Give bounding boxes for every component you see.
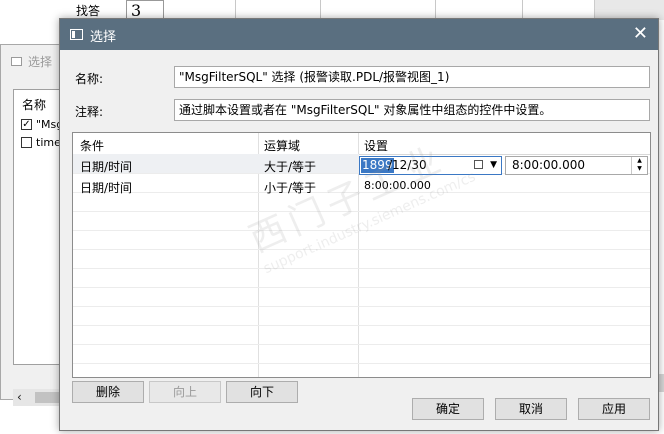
- move-down-button[interactable]: 向下: [226, 381, 298, 403]
- background-toolbar-strip: [594, 0, 664, 20]
- condition-grid[interactable]: 条件 运算域 设置 日期/时间 大于/等于 1899 /12/30 ▼ 8:00…: [72, 132, 651, 378]
- grid-row-line: [73, 211, 650, 212]
- grid-row-line: [73, 344, 650, 345]
- window-icon: [11, 57, 22, 66]
- close-icon[interactable]: ✕: [633, 23, 648, 44]
- scroll-left-icon[interactable]: ‹: [17, 389, 22, 406]
- table-cell-condition[interactable]: 日期/时间: [80, 158, 132, 175]
- spin-updown-icon[interactable]: ▲ ▼: [631, 157, 647, 174]
- comment-field[interactable]: 通过脚本设置或者在 "MsgFilterSQL" 对象属性中组态的控件中设置。: [174, 99, 650, 121]
- back-list-header: 名称: [22, 98, 47, 112]
- grid-row-line: [73, 230, 650, 231]
- table-cell-operator[interactable]: 小于/等于: [264, 179, 316, 196]
- grid-row-line: [73, 192, 650, 193]
- column-header-condition[interactable]: 条件: [80, 137, 104, 154]
- name-label: 名称:: [75, 72, 104, 86]
- grid-row-line: [73, 268, 650, 269]
- background-cell[interactable]: 3: [126, 0, 164, 20]
- column-header-operator[interactable]: 运算域: [264, 137, 300, 154]
- delete-button[interactable]: 删除: [72, 381, 144, 403]
- table-cell-operator[interactable]: 大于/等于: [264, 158, 316, 175]
- sheet-gridline: [320, 0, 321, 20]
- chevron-down-icon[interactable]: ▼: [490, 157, 497, 174]
- checkbox-unchecked[interactable]: [21, 137, 32, 148]
- date-month-day[interactable]: /12/30: [388, 158, 427, 173]
- sheet-gridline: [435, 0, 436, 20]
- dialog-title: 选择: [90, 30, 117, 45]
- checkbox-checked[interactable]: ✓: [21, 119, 32, 130]
- calendar-icon[interactable]: [474, 160, 483, 169]
- grid-row-line: [73, 363, 650, 364]
- grid-row-line: [73, 306, 650, 307]
- select-dialog: 选择 ✕ 名称: "MsgFilterSQL" 选择 (报警读取.PDL/报警视…: [59, 18, 659, 431]
- grid-row-line: [73, 287, 650, 288]
- background-find-label: 找答: [76, 4, 101, 18]
- dialog-titlebar: 选择 ✕: [60, 19, 658, 50]
- sheet-gridline: [522, 0, 523, 20]
- comment-label: 注释:: [75, 105, 104, 119]
- date-picker-input[interactable]: 1899 /12/30 ▼: [359, 156, 502, 175]
- time-value[interactable]: 8:00:00.000: [512, 158, 585, 173]
- grid-header: 条件 运算域 设置: [73, 133, 650, 155]
- ok-button[interactable]: 确定: [412, 398, 484, 420]
- table-cell-condition[interactable]: 日期/时间: [80, 179, 132, 196]
- window-icon: [70, 29, 83, 40]
- column-header-setting[interactable]: 设置: [364, 137, 388, 154]
- sheet-gridline: [235, 0, 236, 20]
- cancel-button[interactable]: 取消: [495, 398, 567, 420]
- apply-button[interactable]: 应用: [578, 398, 650, 420]
- name-field[interactable]: "MsgFilterSQL" 选择 (报警读取.PDL/报警视图_1): [174, 66, 650, 88]
- back-dialog-title: 选择: [11, 53, 52, 70]
- move-up-button[interactable]: 向上: [149, 381, 221, 403]
- grid-row-line: [73, 325, 650, 326]
- table-cell-setting[interactable]: 8:00:00.000: [364, 179, 431, 192]
- time-input[interactable]: 8:00:00.000 ▲ ▼: [505, 156, 648, 175]
- grid-row-line: [73, 249, 650, 250]
- list-item[interactable]: ✓ "Msg: [21, 118, 63, 131]
- back-dialog-title-text: 选择: [28, 55, 53, 69]
- list-item-label: time: [36, 136, 61, 149]
- list-item[interactable]: time: [21, 136, 61, 149]
